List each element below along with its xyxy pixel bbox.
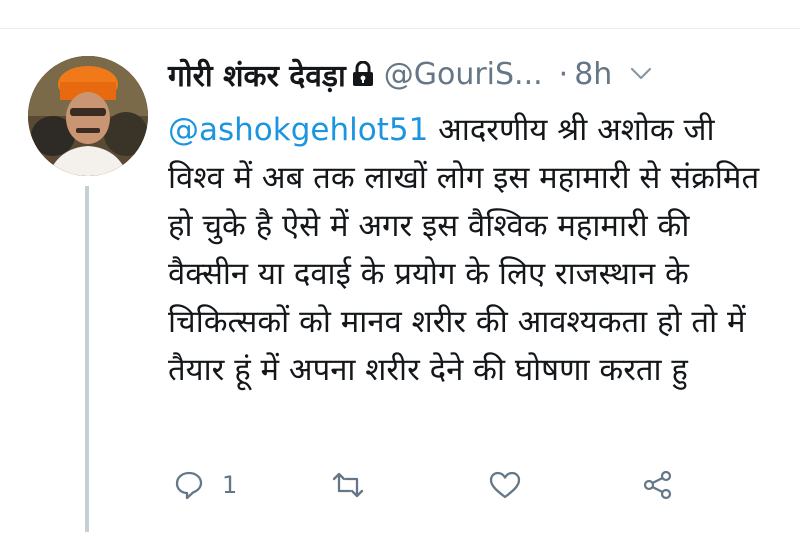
chevron-down-icon[interactable] bbox=[630, 67, 652, 81]
timestamp[interactable]: 8h bbox=[574, 57, 612, 92]
retweet-icon bbox=[332, 472, 364, 498]
separator-dot: · bbox=[558, 56, 569, 92]
retweet-button[interactable] bbox=[330, 470, 366, 500]
avatar-image bbox=[28, 56, 148, 176]
tweet-actions: 1 bbox=[168, 470, 728, 510]
user-handle[interactable]: @GouriS... bbox=[384, 57, 543, 92]
lock-icon bbox=[352, 60, 374, 87]
share-icon bbox=[643, 470, 672, 500]
avatar[interactable] bbox=[28, 56, 148, 176]
top-divider bbox=[0, 28, 800, 29]
display-name[interactable]: गोरी शंकर देवड़ा bbox=[168, 54, 346, 95]
tweet-body-text: आदरणीय श्री अशोक जी विश्व में अब तक लाखो… bbox=[168, 112, 760, 388]
heart-icon bbox=[489, 471, 521, 499]
share-button[interactable] bbox=[642, 470, 674, 500]
mention-link[interactable]: @ashokgehlot51 bbox=[168, 112, 428, 148]
thread-line bbox=[85, 186, 89, 532]
reply-count: 1 bbox=[222, 471, 238, 499]
like-button[interactable] bbox=[488, 470, 522, 500]
tweet[interactable]: गोरी शंकर देवड़ा @GouriS... · 8h @ashokg… bbox=[168, 52, 780, 394]
tweet-header: गोरी शंकर देवड़ा @GouriS... · 8h bbox=[168, 52, 780, 96]
reply-icon bbox=[175, 471, 203, 500]
tweet-text: @ashokgehlot51 आदरणीय श्री अशोक जी विश्व… bbox=[168, 106, 768, 394]
reply-button[interactable]: 1 bbox=[174, 470, 237, 500]
